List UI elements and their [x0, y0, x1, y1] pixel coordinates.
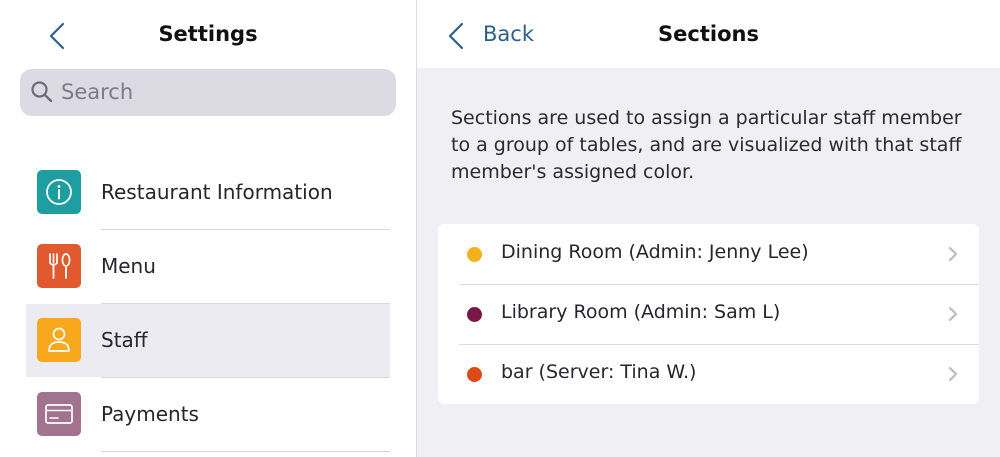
- section-color-dot: [467, 307, 482, 322]
- chevron-right-icon: [949, 367, 957, 381]
- section-label: Dining Room (Admin: Jenny Lee): [501, 241, 809, 263]
- section-color-dot: [467, 367, 482, 382]
- sections-header: Back Sections: [417, 0, 1000, 68]
- settings-item-label: Menu: [101, 254, 156, 278]
- page-title: Sections: [658, 22, 759, 46]
- sections-description: Sections are used to assign a particular…: [451, 107, 962, 183]
- row-divider: [101, 451, 390, 452]
- section-row-dining-room[interactable]: Dining Room (Admin: Jenny Lee): [438, 224, 979, 284]
- chevron-right-icon: [949, 307, 957, 321]
- section-label: Library Room (Admin: Sam L): [501, 301, 781, 323]
- settings-item-menu[interactable]: Menu: [26, 230, 390, 303]
- sections-panel: Back Sections Sections are used to assig…: [417, 0, 1000, 457]
- sections-list: Dining Room (Admin: Jenny Lee) Library R…: [438, 224, 979, 404]
- settings-title: Settings: [158, 22, 258, 46]
- settings-item-payments[interactable]: Payments: [26, 378, 390, 451]
- search-input[interactable]: Search: [20, 69, 396, 116]
- section-row-bar[interactable]: bar (Server: Tina W.): [438, 344, 979, 404]
- person-icon: [37, 318, 81, 362]
- section-row-library-room[interactable]: Library Room (Admin: Sam L): [438, 284, 979, 344]
- settings-item-restaurant-information[interactable]: Restaurant Information: [26, 156, 390, 229]
- settings-item-label: Staff: [101, 328, 148, 352]
- card-icon: [37, 392, 81, 436]
- settings-item-label: Payments: [101, 402, 199, 426]
- search-placeholder: Search: [61, 80, 134, 104]
- section-label: bar (Server: Tina W.): [501, 361, 697, 383]
- info-icon: [37, 170, 81, 214]
- settings-panel: Settings Search Restaurant Information M…: [0, 0, 416, 457]
- search-icon: [30, 80, 54, 104]
- section-color-dot: [467, 247, 482, 262]
- settings-item-staff[interactable]: Staff: [26, 304, 390, 377]
- fork-knife-icon: [37, 244, 81, 288]
- settings-item-label: Restaurant Information: [101, 180, 333, 204]
- chevron-right-icon: [949, 247, 957, 261]
